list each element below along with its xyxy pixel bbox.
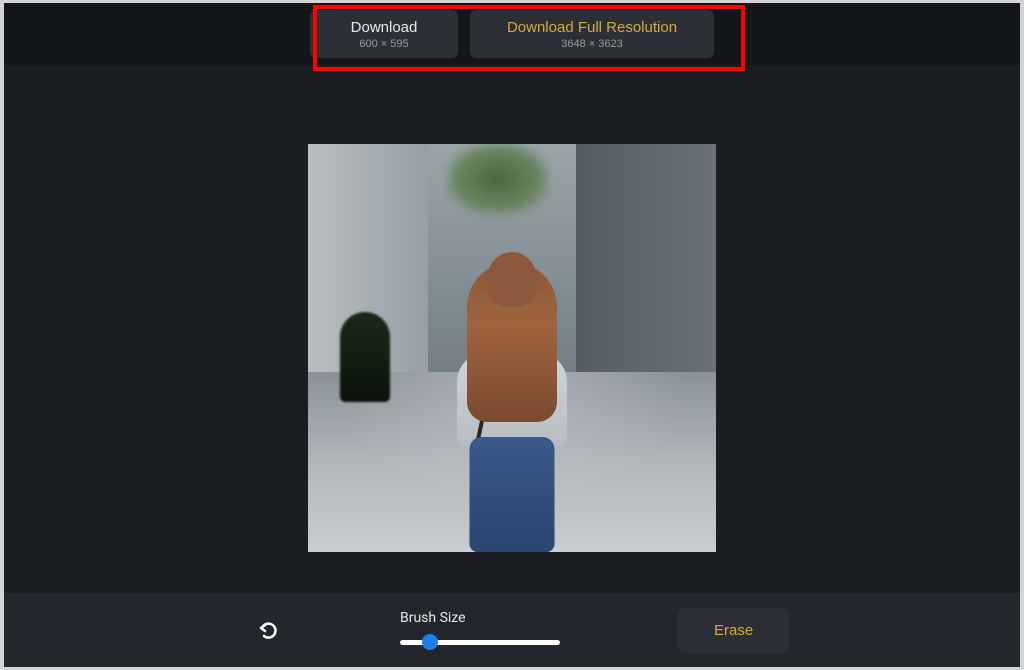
bottom-toolbar: Brush Size Erase <box>4 593 1020 667</box>
slider-thumb[interactable] <box>422 634 438 650</box>
header-bar: Download 600 × 595 Download Full Resolut… <box>4 3 1020 65</box>
app-frame: Download 600 × 595 Download Full Resolut… <box>4 3 1020 667</box>
brush-size-slider[interactable] <box>400 634 560 650</box>
download-full-dimensions: 3648 × 3623 <box>561 38 622 50</box>
download-label: Download <box>351 19 418 36</box>
erase-button[interactable]: Erase <box>678 608 789 653</box>
edited-image[interactable] <box>308 144 716 552</box>
erase-label: Erase <box>714 622 753 639</box>
undo-icon <box>255 618 279 642</box>
download-button-group: Download 600 × 595 Download Full Resolut… <box>300 4 724 64</box>
download-dimensions: 600 × 595 <box>359 38 408 50</box>
undo-button[interactable] <box>252 615 282 645</box>
canvas-area <box>4 65 1020 593</box>
download-full-resolution-button[interactable]: Download Full Resolution 3648 × 3623 <box>470 10 714 58</box>
brush-size-label: Brush Size <box>400 610 560 626</box>
download-button[interactable]: Download 600 × 595 <box>310 10 458 58</box>
brush-size-control: Brush Size <box>400 610 560 650</box>
download-full-label: Download Full Resolution <box>507 19 677 36</box>
